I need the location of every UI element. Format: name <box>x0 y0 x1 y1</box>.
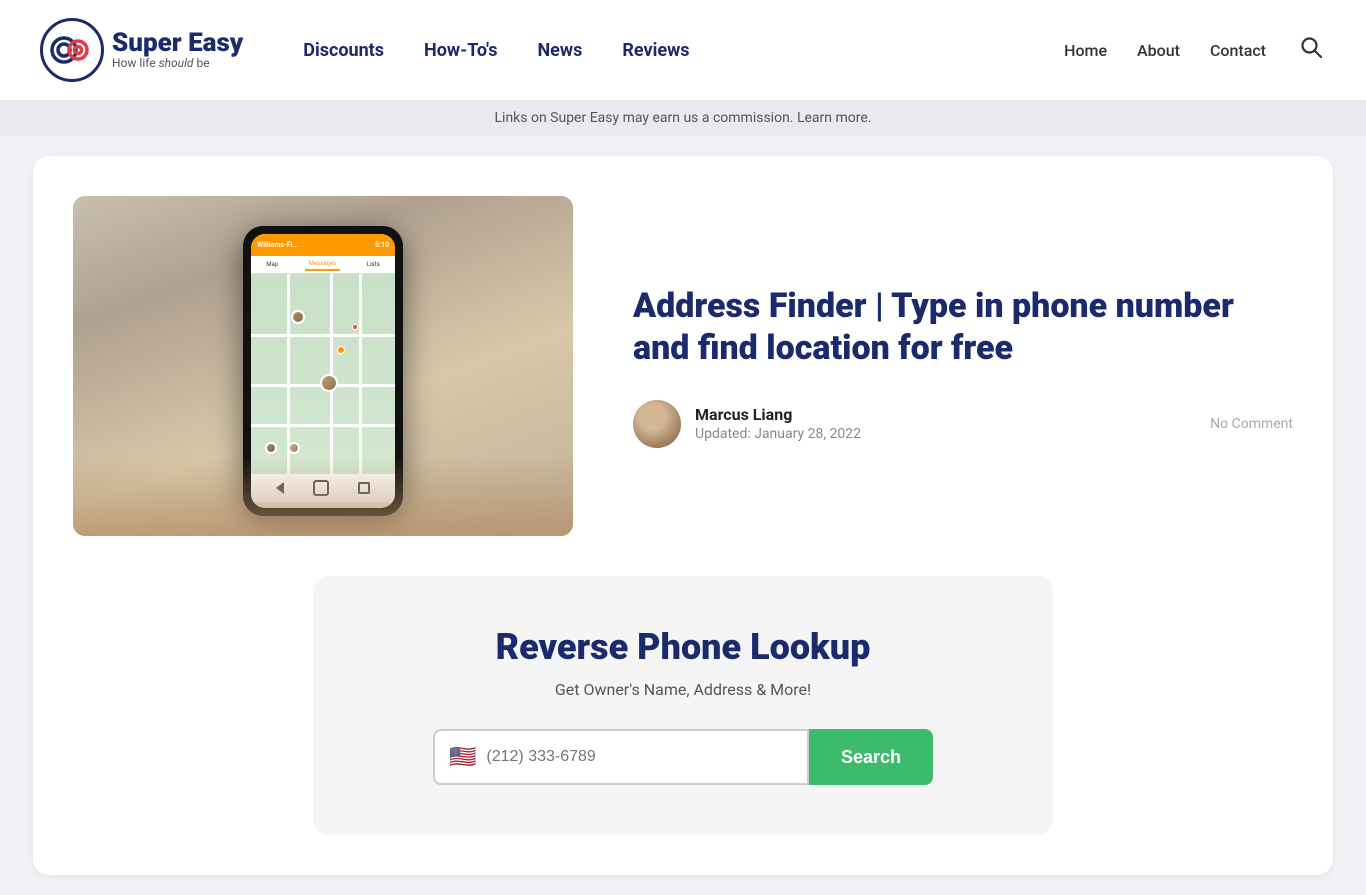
phone-map <box>251 274 395 474</box>
logo-svg <box>50 28 94 72</box>
map-dot <box>352 324 358 330</box>
phone-input[interactable] <box>486 748 793 766</box>
hand-overlay <box>73 456 573 536</box>
header-left: Super Easy How life should be Discounts … <box>40 18 690 82</box>
map-dot <box>337 346 345 354</box>
nav-contact[interactable]: Contact <box>1210 41 1266 60</box>
map-pin-3 <box>265 442 277 454</box>
logo-text: Super Easy How life should be <box>112 30 243 70</box>
lookup-title: Reverse Phone Lookup <box>353 626 1013 668</box>
comment-count: No Comment <box>1210 416 1293 432</box>
nav-howtos[interactable]: How-To's <box>424 32 497 69</box>
nav-news[interactable]: News <box>537 32 582 69</box>
lookup-subtitle: Get Owner's Name, Address & More! <box>353 680 1013 699</box>
map-pin-4 <box>288 442 300 454</box>
hero-image: Williams-Fi... 5:10 Map Messages Lists <box>73 196 573 536</box>
phone-nav-bar: Map Messages Lists <box>251 256 395 274</box>
author-row: Marcus Liang Updated: January 28, 2022 N… <box>633 400 1293 448</box>
article-hero: Williams-Fi... 5:10 Map Messages Lists <box>73 196 1293 536</box>
nav-discounts[interactable]: Discounts <box>303 32 384 69</box>
map-road <box>251 424 395 427</box>
main-content: Williams-Fi... 5:10 Map Messages Lists <box>33 156 1333 875</box>
logo-link[interactable]: Super Easy How life should be <box>40 18 243 82</box>
main-nav: Discounts How-To's News Reviews <box>303 32 689 69</box>
nav-reviews[interactable]: Reviews <box>622 32 689 69</box>
flag-icon: 🇺🇸 <box>449 745 476 770</box>
map-road <box>359 274 362 474</box>
lookup-widget: Reverse Phone Lookup Get Owner's Name, A… <box>313 576 1053 835</box>
map-road <box>251 334 395 337</box>
author-info: Marcus Liang Updated: January 28, 2022 <box>633 400 861 448</box>
map-pin-2 <box>320 374 338 392</box>
nav-about[interactable]: About <box>1137 41 1180 60</box>
header-right: Home About Contact <box>1064 32 1326 68</box>
phone-input-wrapper: 🇺🇸 <box>433 729 809 785</box>
logo-name: Super Easy <box>112 30 243 56</box>
avatar-image <box>633 400 681 448</box>
author-details: Marcus Liang Updated: January 28, 2022 <box>695 405 861 442</box>
search-toggle-button[interactable] <box>1296 32 1326 68</box>
search-button[interactable]: Search <box>809 729 933 785</box>
map-pin-1 <box>291 310 305 324</box>
article-title: Address Finder | Type in phone number an… <box>633 285 1293 370</box>
logo-tagline: How life should be <box>112 56 243 70</box>
author-name: Marcus Liang <box>695 405 861 424</box>
nav-home[interactable]: Home <box>1064 41 1107 60</box>
site-header: Super Easy How life should be Discounts … <box>0 0 1366 100</box>
author-avatar <box>633 400 681 448</box>
commission-bar: Links on Super Easy may earn us a commis… <box>0 100 1366 136</box>
article-text-section: Address Finder | Type in phone number an… <box>633 285 1293 448</box>
author-date: Updated: January 28, 2022 <box>695 426 861 442</box>
logo-icon <box>40 18 104 82</box>
search-icon <box>1300 36 1322 58</box>
lookup-form: 🇺🇸 Search <box>433 729 933 785</box>
phone-status-bar: Williams-Fi... 5:10 <box>251 234 395 256</box>
